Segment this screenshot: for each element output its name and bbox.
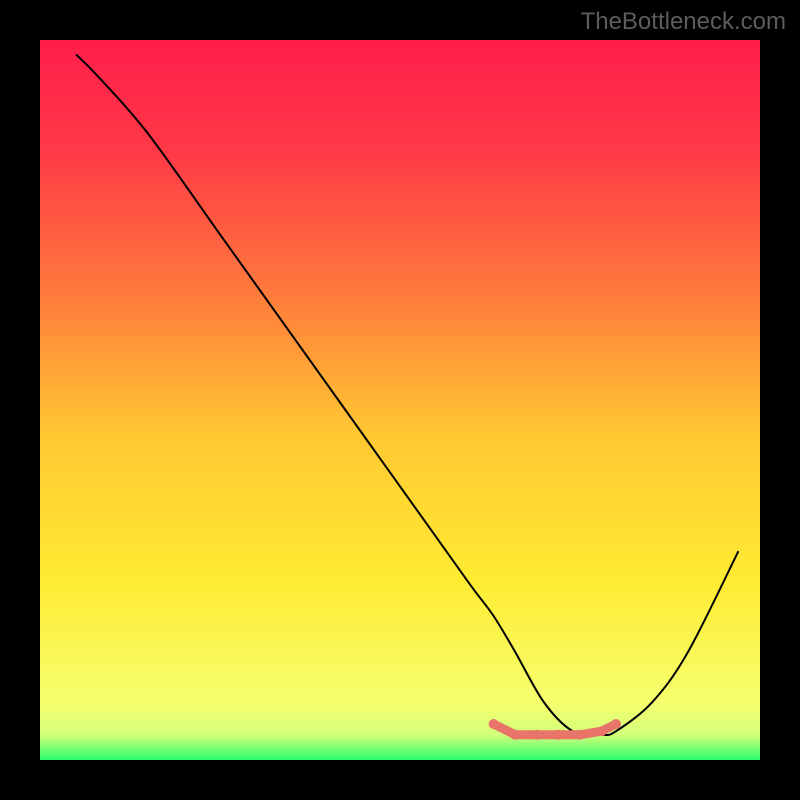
marker-point: [575, 730, 585, 740]
watermark-text: TheBottleneck.com: [581, 8, 786, 36]
plot-area: [40, 40, 760, 760]
chart-container: TheBottleneck.com: [0, 0, 800, 800]
marker-point: [532, 730, 542, 740]
marker-point: [510, 730, 520, 740]
marker-point: [553, 730, 563, 740]
marker-point: [611, 719, 621, 729]
chart-svg: [40, 40, 760, 760]
gradient-background: [40, 40, 760, 760]
marker-point: [489, 719, 499, 729]
marker-point: [597, 726, 607, 736]
